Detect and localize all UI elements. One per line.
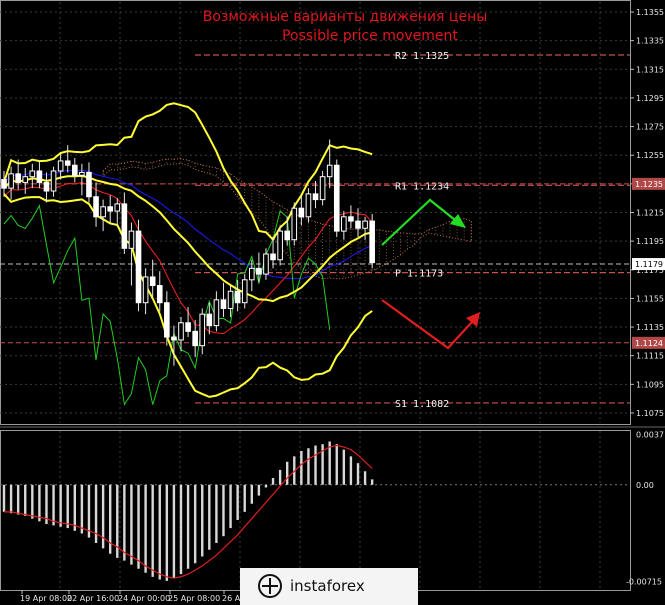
price-axis: 1.1355 1.1335 1.1315 1.1295 1.1275 1.1255 1.12… [630, 8, 664, 418]
candle-body-bull [50, 170, 57, 192]
forecast-up-arrow [381, 198, 456, 246]
candle-body-bull [22, 176, 29, 183]
candle-body-bull [100, 206, 106, 218]
candle-body-bear [270, 253, 276, 261]
macd-top-label: 0.0037 [636, 431, 664, 440]
time-axis: 19 Apr 08:0022 Apr 16:0024 Apr 00:0025 A… [20, 590, 245, 603]
candle-body-bull [227, 290, 234, 309]
candle-body-bull [263, 253, 269, 275]
candle-body-bear [43, 181, 50, 192]
candle-body-bull [8, 173, 14, 189]
candle-body-bear [107, 206, 114, 212]
candle-body-bull [241, 279, 248, 304]
candle-body-bull [178, 322, 184, 341]
candle-body-bear [149, 276, 156, 287]
candle-body-bear [185, 322, 191, 332]
candle-body-bull [362, 220, 368, 229]
candle-body-bull [199, 313, 206, 347]
candle-body-bear [156, 285, 163, 304]
candle-body-bull [249, 267, 255, 281]
candle-body-bear [192, 330, 198, 347]
candle-body-bear [355, 220, 361, 229]
y-tick-label: 1.1355 [636, 8, 664, 17]
chart-subtitle: Possible price movement [282, 28, 458, 44]
level-label-s1: S1 1.1082 [395, 399, 449, 410]
y-tick-label: 1.1315 [636, 65, 664, 74]
candle-body-bear [86, 171, 92, 198]
watermark: instaforex [240, 568, 418, 605]
candle-body-bull [79, 171, 85, 176]
candle-body-bear [72, 164, 78, 176]
macd-zero-label: 0.00 [636, 481, 654, 490]
level-label-r1: R1 1.1234 [395, 181, 449, 192]
candle-body-bull [277, 230, 283, 261]
y-tick-label: 1.1215 [636, 209, 664, 218]
y-tick-label: 1.1255 [636, 151, 664, 160]
candle-body-bear [121, 203, 128, 249]
watermark-brand: instaforex [290, 577, 365, 595]
y-tick-label: 1.1335 [636, 37, 664, 46]
candle-body-bull [57, 160, 64, 172]
candle-body-bull [29, 170, 36, 178]
candles [1, 139, 375, 366]
macd-bottom-label: -0.00715 [626, 578, 662, 587]
level-label-p: P 1.1173 [395, 269, 443, 280]
y-tick-label: 1.1075 [636, 409, 664, 418]
candle-body-bear [220, 299, 227, 309]
candle-body-bear [298, 207, 305, 218]
instaforex-logo-icon [258, 574, 282, 598]
candle-body-bull [341, 216, 347, 232]
chart-title: Возможные варианты движения цены [203, 9, 488, 25]
candle-body-bear [15, 173, 21, 183]
candle-body-bear [348, 216, 354, 222]
y-tick-label: 1.1275 [636, 123, 664, 132]
y-tick-label: 1.1295 [636, 94, 664, 103]
x-tick-label: 25 Apr 08:00 [168, 594, 220, 603]
candle-body-bear [1, 179, 7, 189]
candle-body-bear [64, 160, 71, 166]
candle-body-bear [312, 193, 319, 201]
candle-body-bull [114, 203, 121, 212]
y-tick-label: 1.1095 [636, 380, 664, 389]
candle-body-bear [256, 267, 262, 275]
price-box-label: 1.1179 [635, 260, 663, 269]
y-tick-label: 1.1135 [636, 323, 664, 332]
macd-panel: 0.0037 0.00 -0.00715 [0, 431, 664, 587]
candle-body-bear [206, 313, 213, 327]
grid [0, 2, 630, 590]
indicator-lines [3, 102, 373, 406]
level-label-r2: R2 1.1325 [395, 51, 449, 62]
candle-body-bear [333, 164, 340, 232]
candle-body-bull [142, 276, 149, 304]
candle-body-bull [326, 164, 333, 178]
bollinger-lower [3, 193, 373, 398]
y-tick-label: 1.1155 [636, 294, 664, 303]
x-tick-label: 24 Apr 00:00 [118, 594, 170, 603]
price-box-label: 1.1235 [635, 180, 663, 189]
candle-body-bear [234, 290, 241, 304]
candle-body-bear [171, 336, 177, 341]
candle-body-bear [369, 220, 375, 264]
forecast-down-arrow [381, 299, 473, 350]
candle-body-bull [291, 207, 298, 241]
candle-body-bear [284, 230, 290, 241]
candle-body-bear [164, 302, 170, 338]
candle-body-bull [128, 230, 135, 249]
x-tick-label: 19 Apr 08:00 [20, 594, 72, 603]
candle-body-bear [135, 230, 142, 304]
y-tick-label: 1.1115 [636, 352, 664, 361]
price-chart: R2 1.1325 R1 1.1234 P 1.1173 S1 1.1082 1.13… [0, 0, 665, 605]
candle-body-bull [319, 176, 326, 201]
candle-body-bear [93, 196, 99, 218]
price-box-label: 1.1124 [635, 339, 663, 348]
x-tick-label: 22 Apr 16:00 [67, 594, 119, 603]
y-tick-label: 1.1195 [636, 237, 664, 246]
candle-body-bear [36, 170, 43, 183]
candle-body-bull [213, 299, 220, 327]
candle-body-bull [305, 193, 312, 218]
